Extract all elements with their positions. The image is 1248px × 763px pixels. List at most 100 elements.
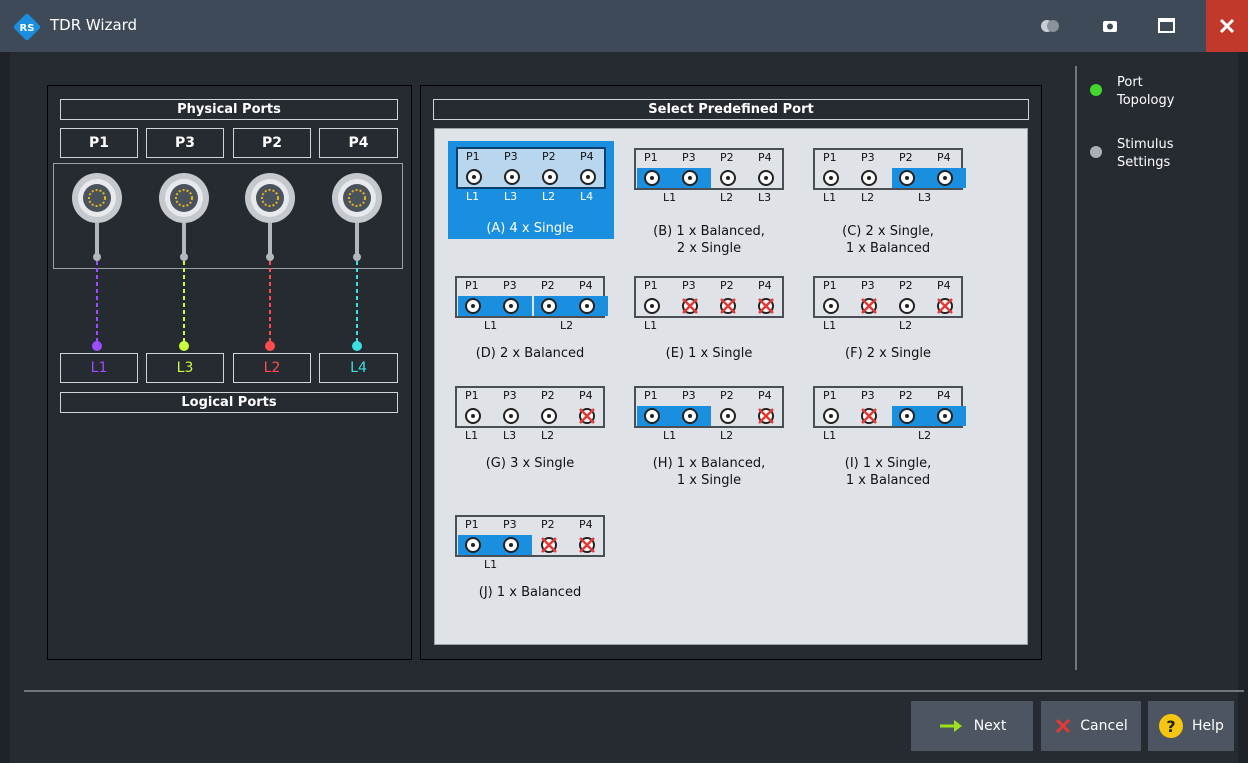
cancel-x-icon <box>1056 718 1071 734</box>
port-label: P1 <box>823 151 837 164</box>
port-active-icon <box>682 170 698 186</box>
logical-label: L2 <box>720 429 734 442</box>
port-unused-icon <box>720 298 736 314</box>
step-active-dot <box>1090 84 1102 96</box>
port-label: P2 <box>720 389 734 402</box>
logical-label: L3 <box>918 191 932 204</box>
port-unused-icon <box>758 298 774 314</box>
port-label: P4 <box>580 150 594 163</box>
step-track <box>1075 66 1077 670</box>
port-diagram: P1 P3 P2 P4 <box>634 148 784 190</box>
topology-option[interactable]: P1 P3 P2 P4 L1 L3 L2 L4 (A) 4 x Single <box>448 141 614 239</box>
step-label: Topology <box>1117 93 1175 108</box>
port-label: P1 <box>644 279 658 292</box>
port-active-icon <box>937 170 953 186</box>
port-active-icon <box>899 408 915 424</box>
port-active-icon <box>503 537 519 553</box>
port-diagram: P1 P3 P2 P4 <box>455 386 605 428</box>
bottom-separator <box>24 690 1244 692</box>
port-active-icon <box>823 170 839 186</box>
topology-option[interactable]: P1 P3 P2 P4 L1 L2 (H) 1 x Balanced, 1 x Single <box>627 386 791 496</box>
topology-option[interactable]: P1 P3 P2 P4 L1 (J) 1 x Balanced <box>448 515 612 610</box>
topology-option[interactable]: P1 P3 P2 P4 L1 L2 (D) 2 x Balanced <box>448 276 612 366</box>
port-label: P3 <box>861 279 875 292</box>
port-label: P2 <box>541 279 555 292</box>
step-label: Settings <box>1117 155 1171 170</box>
port-active-icon <box>465 537 481 553</box>
logical-label: L1 <box>663 191 677 204</box>
port-active-icon <box>644 170 660 186</box>
cancel-label: Cancel <box>1080 718 1128 734</box>
topology-option[interactable]: P1 P3 P2 P4 L1 (E) 1 x Single <box>627 276 791 366</box>
topology-option[interactable]: P1 P3 P2 P4 L1 L3 L2 (G) 3 x Single <box>448 386 612 486</box>
port-label: P4 <box>758 151 772 164</box>
port-label: P1 <box>465 279 479 292</box>
topology-caption: (C) 2 x Single, <box>842 224 934 239</box>
port-label: P4 <box>937 279 951 292</box>
port-active-icon <box>682 408 698 424</box>
port-label: P2 <box>899 279 913 292</box>
logical-label: L2 <box>560 319 574 332</box>
logical-label: L2 <box>541 429 555 442</box>
port-diagram: P1 P3 P2 P4 <box>813 148 966 190</box>
camera-icon[interactable] <box>1094 10 1126 42</box>
port-active-icon <box>465 408 481 424</box>
port-label: P4 <box>758 279 772 292</box>
next-button[interactable]: Next <box>911 701 1033 751</box>
port-label: P4 <box>579 389 593 402</box>
topology-option[interactable]: P1 P3 P2 P4 L1 L2 L3 (C) 2 x Single, 1 x Balance… <box>806 148 970 256</box>
close-button[interactable] <box>1206 0 1248 52</box>
title-bar: RS TDR Wizard <box>0 0 1248 52</box>
connector-icon <box>158 172 210 224</box>
logical-label: L1 <box>484 319 498 332</box>
cancel-button[interactable]: Cancel <box>1041 701 1141 751</box>
logical-label: L2 <box>861 191 875 204</box>
port-active-icon <box>466 169 482 185</box>
port-label: P1 <box>465 389 479 402</box>
port-active-icon <box>937 408 953 424</box>
port-label: P2 <box>542 150 556 163</box>
port-diagram: P1 P3 P2 P4 <box>455 276 608 318</box>
topology-caption: (B) 1 x Balanced, <box>653 224 765 239</box>
step-stimulus-settings[interactable]: Stimulus Settings <box>1117 136 1174 172</box>
port-active-icon <box>580 169 596 185</box>
port-label: P3 <box>682 279 696 292</box>
port-label: P4 <box>758 389 772 402</box>
toggle-icon[interactable] <box>1034 10 1066 42</box>
help-button[interactable]: ? Help <box>1148 701 1234 751</box>
logical-label: L3 <box>758 191 772 204</box>
port-label: P2 <box>720 279 734 292</box>
port-active-icon <box>465 298 481 314</box>
topology-option[interactable]: P1 P3 P2 P4 L1 L2 (F) 2 x Single <box>806 276 970 366</box>
logical-ports-header: Logical Ports <box>60 392 398 413</box>
port-active-icon <box>758 170 774 186</box>
topology-caption: (A) 4 x Single <box>486 221 574 236</box>
topology-caption: 2 x Single <box>676 241 742 256</box>
step-label: Stimulus <box>1117 137 1174 152</box>
connector-icon <box>244 172 296 224</box>
topology-caption: 1 x Single <box>676 473 742 488</box>
logical-label: L2 <box>542 190 556 203</box>
maximize-icon[interactable] <box>1150 10 1182 42</box>
port-unused-icon <box>579 408 595 424</box>
port-unused-icon <box>682 298 698 314</box>
arrow-right-icon <box>939 720 962 732</box>
physical-port-label: P1 <box>60 128 138 158</box>
port-diagram: P1 P3 P2 P4 <box>813 386 966 428</box>
topology-caption: (J) 1 x Balanced <box>478 585 582 600</box>
topology-option[interactable]: P1 P3 P2 P4 L1 L2 (I) 1 x Single, 1 x Balanced <box>806 386 970 496</box>
port-label: P2 <box>720 151 734 164</box>
port-active-icon <box>823 408 839 424</box>
port-diagram: P1 P3 P2 P4 <box>813 276 963 318</box>
topology-option[interactable]: P1 P3 P2 P4 L1 L2 L3 (B) 1 x Balanced, 2 x Singl… <box>627 148 791 256</box>
port-label: P3 <box>503 389 517 402</box>
step-port-topology[interactable]: Port Topology <box>1117 74 1174 110</box>
svg-text:?: ? <box>1166 717 1175 736</box>
svg-text:RS: RS <box>20 23 35 34</box>
topology-caption: (D) 2 x Balanced <box>475 346 585 361</box>
port-label: P2 <box>541 389 555 402</box>
logical-label: L1 <box>823 319 837 332</box>
port-active-icon <box>823 298 839 314</box>
logical-label: L1 <box>466 190 480 203</box>
port-active-icon <box>644 298 660 314</box>
